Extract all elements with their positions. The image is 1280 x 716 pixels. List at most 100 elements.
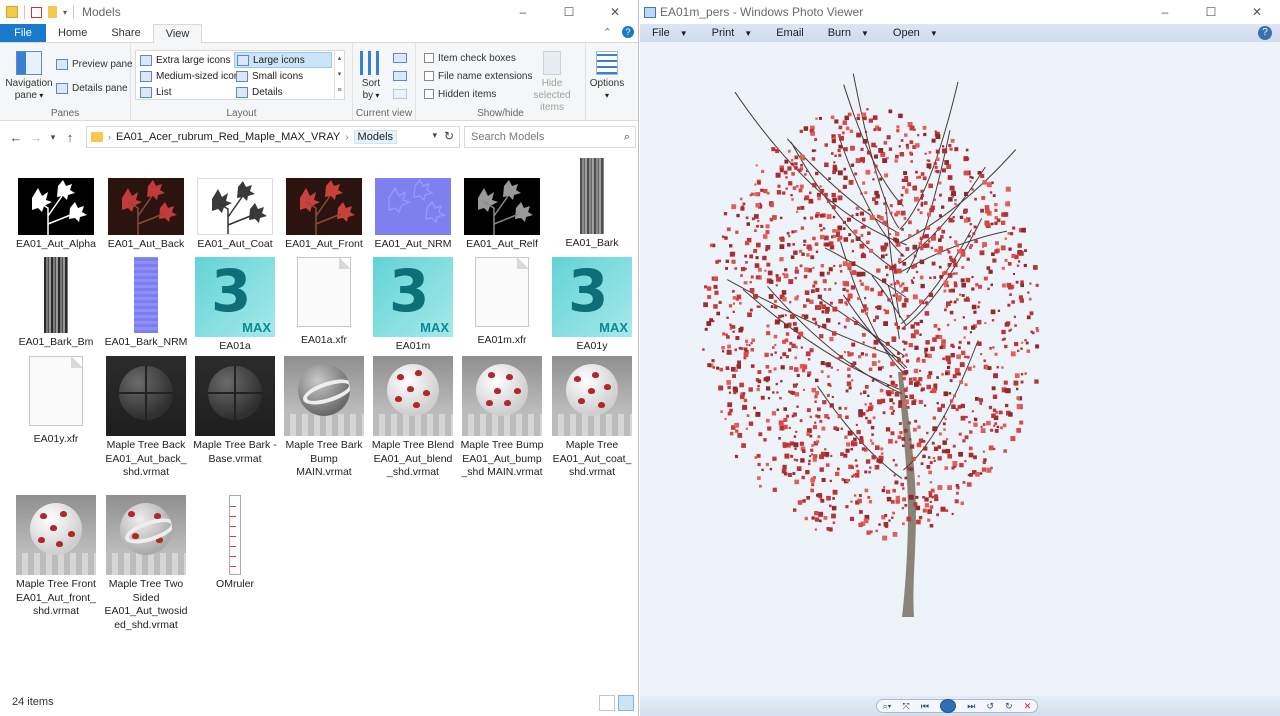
back-arrow-icon[interactable]: ←	[6, 130, 26, 145]
tab-share[interactable]: Share	[99, 24, 152, 42]
actual-size-icon[interactable]: ⤧	[903, 701, 910, 712]
file-item[interactable]: Maple Tree Back EA01_Aut_back_shd.vrmat	[104, 356, 188, 480]
chevron-down-icon[interactable]: ▾	[432, 130, 437, 141]
layout-list[interactable]: List	[138, 84, 174, 100]
rotate-right-icon[interactable]: ↻	[1005, 701, 1013, 712]
file-item[interactable]: EA01y.xfr	[14, 356, 98, 447]
maximize-button[interactable]: ☐	[1188, 0, 1234, 24]
leaf	[930, 246, 934, 250]
maximize-button[interactable]: ☐	[546, 0, 592, 24]
leaf	[787, 472, 792, 477]
breadcrumb-item[interactable]: EA01_Acer_rubrum_Red_Maple_MAX_VRAY	[116, 131, 340, 143]
slideshow-button[interactable]	[940, 699, 957, 713]
breadcrumb[interactable]: › EA01_Acer_rubrum_Red_Maple_MAX_VRAY › …	[86, 126, 460, 148]
file-item[interactable]: 3 MAX EA01m	[371, 257, 455, 354]
file-item[interactable]: Maple Tree Bark Bump MAIN.vrmat	[282, 356, 366, 480]
layout-extra-large-icons[interactable]: Extra large icons	[138, 52, 232, 68]
leaf	[948, 197, 953, 202]
recent-locations-icon[interactable]: ▾	[46, 132, 60, 143]
chevron-down-icon[interactable]: ▾	[63, 8, 67, 17]
layout-small-icons[interactable]: Small icons	[234, 68, 305, 84]
previous-icon[interactable]: ⏮	[921, 701, 929, 712]
delete-icon[interactable]: ✕	[1024, 701, 1032, 712]
refresh-icon[interactable]: ↻	[444, 129, 454, 143]
options-button[interactable]: Options ▾	[588, 51, 626, 102]
forward-arrow-icon[interactable]: →	[26, 130, 46, 145]
menu-file[interactable]: File ▼	[640, 27, 700, 39]
navigation-pane-button[interactable]: Navigation pane ▾	[4, 51, 54, 102]
file-item[interactable]: EA01m.xfr	[460, 257, 544, 348]
tab-view[interactable]: View	[152, 24, 203, 44]
new-folder-icon[interactable]	[48, 6, 57, 18]
layout-large-icons[interactable]: Large icons	[234, 52, 332, 68]
preview-pane-button[interactable]: Preview pane	[56, 56, 133, 72]
leaf	[869, 402, 872, 406]
leaf	[964, 460, 967, 463]
file-item[interactable]: Maple Tree Front EA01_Aut_front_shd.vrma…	[14, 495, 98, 619]
menu-print[interactable]: Print ▼	[700, 27, 765, 39]
file-name-extensions-toggle[interactable]: File name extensions	[424, 68, 533, 84]
search-input[interactable]: Search Models ⌕	[464, 126, 636, 148]
file-item[interactable]: EA01_Bark_Bm	[14, 257, 98, 350]
leaf	[816, 305, 822, 310]
layout-medium-icons[interactable]: Medium-sized icons	[138, 68, 246, 84]
checkbox[interactable]	[424, 53, 434, 63]
file-item[interactable]: Maple Tree Two Sided EA01_Aut_twosided_s…	[104, 495, 188, 632]
collapse-ribbon-icon[interactable]: ⌃	[603, 26, 612, 39]
next-icon[interactable]: ⏭	[967, 701, 975, 712]
item-check-boxes-toggle[interactable]: Item check boxes	[424, 50, 516, 66]
file-item[interactable]: EA01_Aut_Front	[282, 178, 366, 252]
size-columns-icon[interactable]	[393, 89, 407, 99]
tab-home[interactable]: Home	[46, 24, 99, 42]
menu-email[interactable]: Email	[764, 27, 816, 39]
chevron-right-icon[interactable]: ›	[345, 132, 348, 143]
leaf	[924, 234, 929, 239]
sort-by-button[interactable]: Sort by ▾	[359, 51, 383, 102]
file-item[interactable]: Maple Tree Bump EA01_Aut_bump_shd MAIN.v…	[460, 356, 544, 480]
file-item[interactable]: Maple Tree EA01_Aut_coat_shd.vrmat	[550, 356, 634, 480]
leaf	[778, 314, 782, 319]
file-item[interactable]: EA01_Aut_Coat	[193, 178, 277, 252]
checkbox[interactable]	[424, 89, 434, 99]
file-item[interactable]: EA01_Bark	[550, 158, 634, 251]
file-item[interactable]: OMruler	[193, 495, 277, 592]
up-arrow-icon[interactable]: ↑	[60, 130, 80, 145]
chevron-right-icon[interactable]: ›	[108, 132, 111, 142]
file-item[interactable]: EA01_Aut_NRM	[371, 178, 455, 252]
menu-open[interactable]: Open ▼	[881, 27, 950, 39]
layout-scroll-icon[interactable]: ▴ ▾ ≡	[334, 51, 344, 99]
help-icon[interactable]: ?	[622, 26, 634, 38]
checkbox[interactable]	[424, 71, 434, 81]
details-view-icon[interactable]	[599, 695, 615, 711]
file-item[interactable]: 3 MAX EA01a	[193, 257, 277, 354]
file-item[interactable]: EA01_Aut_Back	[104, 178, 188, 252]
file-item[interactable]: Maple Tree Bark - Base.vrmat	[193, 356, 277, 466]
file-item[interactable]: EA01a.xfr	[282, 257, 366, 348]
leaf	[945, 448, 951, 454]
details-pane-button[interactable]: Details pane	[56, 80, 128, 96]
minimize-button[interactable]: –	[1142, 0, 1188, 24]
add-columns-icon[interactable]	[393, 71, 407, 81]
zoom-icon[interactable]: ⌕▾	[883, 701, 892, 712]
file-item[interactable]: EA01_Aut_Relf	[460, 178, 544, 252]
layout-details[interactable]: Details	[234, 84, 285, 100]
rotate-left-icon[interactable]: ↺	[986, 701, 994, 712]
hidden-items-toggle[interactable]: Hidden items	[424, 86, 496, 102]
file-item[interactable]: Maple Tree Blend EA01_Aut_blend_shd.vrma…	[371, 356, 455, 480]
tab-file[interactable]: File	[0, 24, 46, 42]
leaf	[790, 314, 795, 319]
properties-icon[interactable]	[31, 6, 42, 18]
large-icons-view-icon[interactable]	[618, 695, 634, 711]
leaf	[900, 482, 904, 487]
breadcrumb-current[interactable]: Models	[353, 130, 398, 144]
file-item[interactable]: EA01_Aut_Alpha	[14, 178, 98, 252]
minimize-button[interactable]: –	[500, 0, 546, 24]
hide-selected-items-button[interactable]: Hide selected items	[522, 51, 582, 114]
file-item[interactable]: 3 MAX EA01y	[550, 257, 634, 354]
menu-burn[interactable]: Burn ▼	[816, 27, 881, 39]
file-item[interactable]: EA01_Bark_NRM	[104, 257, 188, 350]
close-button[interactable]: ✕	[1234, 0, 1280, 24]
group-by-icon[interactable]	[393, 53, 407, 63]
help-icon[interactable]: ?	[1258, 26, 1272, 40]
close-button[interactable]: ✕	[592, 0, 638, 24]
